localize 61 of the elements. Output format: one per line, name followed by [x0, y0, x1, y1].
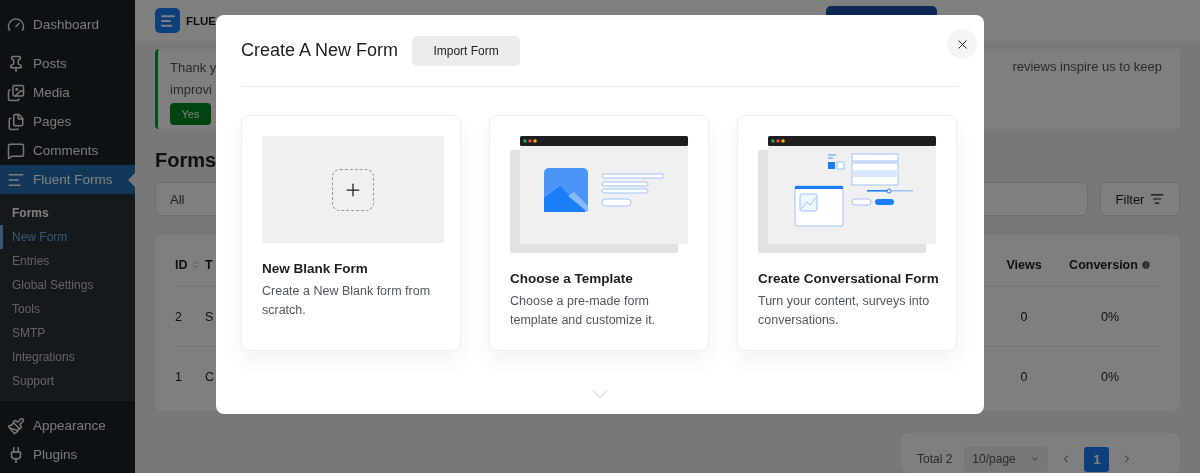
- card-title: New Blank Form: [262, 261, 369, 276]
- page-size-select[interactable]: 10/page: [964, 446, 1049, 472]
- column-header[interactable]: ID: [175, 257, 205, 272]
- brand-name: FLUE: [186, 14, 217, 27]
- sort-icon[interactable]: [190, 260, 200, 269]
- add-icon: [332, 168, 374, 211]
- import-button[interactable]: Import Form: [412, 35, 521, 66]
- column-header: Views: [1006, 257, 1042, 272]
- sidebar-item[interactable]: Pages: [0, 107, 135, 136]
- logo-icon: [155, 8, 180, 33]
- pin-icon: [7, 54, 25, 73]
- column-header: Conversion: [1060, 257, 1160, 272]
- gauge-icon: [7, 15, 25, 34]
- images-icon: [7, 83, 25, 102]
- option-card[interactable]: Create Conversational Form Turn your content, surveys into conversations.: [737, 115, 957, 351]
- card-title: Choose a Template: [510, 271, 634, 286]
- table-cell: 0: [1020, 370, 1028, 384]
- sidebar-item[interactable]: Fluent Forms: [0, 165, 135, 194]
- submenu-item[interactable]: Support: [0, 369, 135, 393]
- submenu-item[interactable]: Entries: [0, 249, 135, 273]
- table-cell: 0%: [1100, 309, 1120, 324]
- notice-text: Thank y: [170, 59, 217, 77]
- card-description: Create a New Blank form from scratch.: [262, 283, 432, 319]
- info-icon[interactable]: [1140, 259, 1151, 270]
- filter-icon: [1150, 192, 1165, 206]
- speech-bubble-icon: [7, 141, 25, 160]
- card-description: Turn your content, surveys into conversations.: [758, 293, 931, 329]
- submenu-item[interactable]: Integrations: [0, 345, 135, 369]
- notice-text: improvi: [170, 81, 213, 99]
- submenu-item[interactable]: SMTP: [0, 321, 135, 345]
- filter-button[interactable]: Filter: [1100, 182, 1180, 216]
- close-button[interactable]: [947, 29, 977, 59]
- option-card[interactable]: Choose a Template Choose a pre-made form template and customize it.: [489, 115, 709, 351]
- modal-title: Create A New Form: [241, 40, 399, 61]
- card-description: Choose a pre-made form template and customize it.: [510, 293, 657, 329]
- pages-icon: [7, 112, 25, 131]
- total-count: Total 2: [917, 452, 953, 466]
- page-title: Forms: [155, 149, 218, 172]
- notice-text: reviews inspire us to keep: [1012, 59, 1162, 76]
- sidebar-item[interactable]: Posts: [0, 49, 135, 78]
- page-button[interactable]: 1: [1084, 446, 1110, 472]
- table-cell: S: [205, 309, 214, 324]
- submenu-item[interactable]: Global Settings: [0, 273, 135, 297]
- sidebar-item[interactable]: Appearance: [0, 411, 135, 440]
- column-header: T: [205, 257, 213, 272]
- sidebar-item[interactable]: Media: [0, 78, 135, 107]
- table-cell: 0%: [1100, 370, 1120, 384]
- table-cell: 2: [175, 309, 182, 324]
- submenu-item[interactable]: Forms: [0, 201, 135, 225]
- sidebar-item[interactable]: Dashboard: [0, 10, 135, 39]
- card-title: Create Conversational Form: [758, 271, 940, 286]
- option-card[interactable]: New Blank Form Create a New Blank form from scratch.: [241, 115, 461, 351]
- submenu-item[interactable]: Tools: [0, 297, 135, 321]
- sidebar-item[interactable]: Comments: [0, 136, 135, 165]
- table-cell: 0: [1020, 309, 1028, 324]
- yes-button[interactable]: Yes: [170, 103, 211, 125]
- table-cell: 1: [175, 370, 182, 384]
- sidebar-item[interactable]: Plugins: [0, 440, 135, 469]
- chevron-down-icon: [1030, 454, 1041, 464]
- paintbrush-icon: [7, 416, 25, 435]
- table-cell: C: [205, 370, 215, 384]
